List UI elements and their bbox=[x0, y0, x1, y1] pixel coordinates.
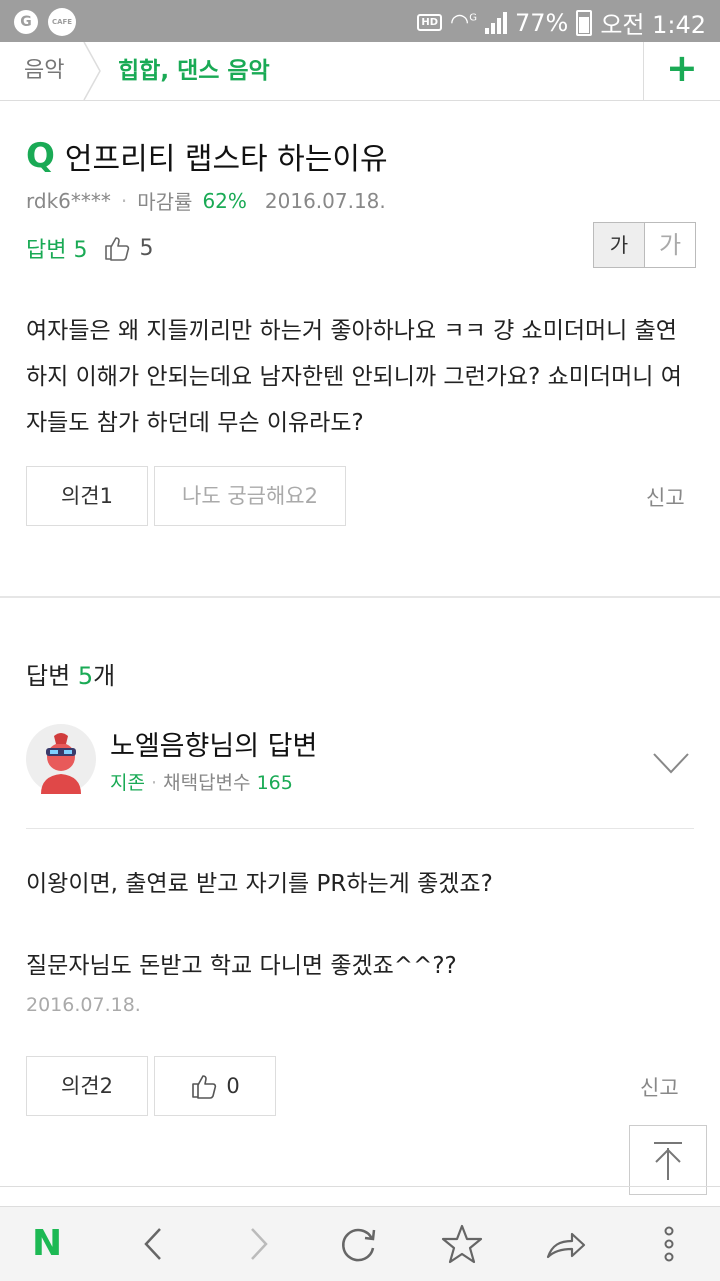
status-bar: G CAFE HD ◠G 77% 오전 1:42 bbox=[0, 0, 720, 42]
forward-icon bbox=[251, 1228, 268, 1260]
browser-toolbar: N bbox=[0, 1206, 720, 1281]
reload-button[interactable] bbox=[334, 1219, 384, 1269]
answers-heading-suffix: 개 bbox=[93, 662, 116, 690]
thumbs-up-icon bbox=[105, 237, 130, 261]
answer-author[interactable]: 노엘음향님의 답변 bbox=[110, 724, 317, 763]
back-icon bbox=[144, 1228, 161, 1260]
meta-dot: · bbox=[151, 772, 158, 794]
scroll-top-button[interactable] bbox=[629, 1125, 707, 1195]
more-button[interactable] bbox=[644, 1219, 694, 1269]
close-rate-label: 마감률 bbox=[137, 190, 193, 214]
question-title: Q 언프리티 랩스타 하는이유 bbox=[26, 134, 388, 178]
report-link[interactable]: 신고 bbox=[646, 482, 685, 512]
answer-report-link[interactable]: 신고 bbox=[640, 1072, 679, 1102]
answer-author-meta: 지존 · 채택답변수 165 bbox=[110, 768, 293, 795]
author-rank: 지존 bbox=[110, 772, 145, 794]
notification-app-icon: G bbox=[14, 10, 38, 34]
add-button[interactable]: + bbox=[643, 42, 720, 100]
breadcrumb-current[interactable]: 힙합, 댄스 음악 bbox=[118, 51, 270, 85]
answer-opinion-button[interactable]: 의견2 bbox=[26, 1056, 148, 1116]
question-like-count: 5 bbox=[139, 235, 154, 261]
star-icon bbox=[441, 1224, 483, 1264]
forward-button[interactable] bbox=[232, 1219, 282, 1269]
naver-home-button[interactable]: N bbox=[32, 1225, 62, 1263]
signal-icon bbox=[484, 11, 507, 34]
answer-like-button[interactable]: 0 bbox=[154, 1056, 276, 1116]
clock: 오전 1:42 bbox=[600, 11, 706, 39]
answer-date: 2016.07.18. bbox=[26, 994, 141, 1016]
answers-heading-label: 답변 bbox=[26, 662, 71, 690]
question-user[interactable]: rdk6**** bbox=[26, 189, 111, 213]
question-title-text: 언프리티 랩스타 하는이유 bbox=[64, 142, 388, 177]
breadcrumb-separator-icon bbox=[83, 42, 101, 100]
answer-line-1: 이왕이면, 출연료 받고 자기를 PR하는게 좋겠죠? bbox=[26, 871, 493, 897]
scroll-top-icon bbox=[654, 1142, 682, 1180]
search-q-icon: Q bbox=[26, 136, 55, 176]
question-body: 여자들은 왜 지들끼리만 하는거 좋아하나요 ㅋㅋ 걍 쇼미더머니 출연하지 이… bbox=[26, 318, 682, 436]
breadcrumb: 음악 힙합, 댄스 음악 + bbox=[0, 42, 720, 101]
font-large-button[interactable]: 가 bbox=[645, 223, 695, 267]
answer-line-2: 질문자님도 돈받고 학교 다니면 좋겠죠^^?? bbox=[26, 953, 457, 979]
opinion-button[interactable]: 의견1 bbox=[26, 466, 148, 526]
question-stats: 답변 5 5 bbox=[26, 232, 153, 264]
status-notifications: G CAFE bbox=[14, 8, 76, 36]
font-size-toggle: 가 가 bbox=[593, 222, 696, 268]
curious-button[interactable]: 나도 궁금해요2 bbox=[154, 466, 346, 526]
more-icon bbox=[664, 1226, 674, 1262]
share-icon bbox=[546, 1232, 586, 1259]
answer-divider bbox=[26, 828, 694, 829]
section-divider bbox=[0, 1186, 720, 1187]
battery-icon bbox=[576, 9, 593, 36]
thumbs-up-icon bbox=[192, 1075, 217, 1099]
question-like[interactable]: 5 bbox=[103, 234, 153, 262]
section-divider bbox=[0, 596, 720, 598]
avatar[interactable] bbox=[26, 724, 96, 794]
back-button[interactable] bbox=[130, 1219, 180, 1269]
status-indicators: HD ◠G 77% 오전 1:42 bbox=[417, 5, 706, 40]
question-date: 2016.07.18. bbox=[264, 188, 386, 213]
share-button[interactable] bbox=[540, 1219, 590, 1269]
chevron-down-icon[interactable] bbox=[652, 750, 690, 776]
adopted-count: 165 bbox=[256, 772, 293, 794]
cafe-notification-icon: CAFE bbox=[48, 8, 76, 36]
wifi-icon: ◠G bbox=[450, 10, 477, 35]
hd-voice-icon: HD bbox=[417, 14, 443, 31]
close-rate: 62% bbox=[202, 188, 247, 213]
answers-heading: 답변 5개 bbox=[26, 656, 115, 691]
answers-count[interactable]: 답변 5 bbox=[26, 232, 87, 264]
answers-heading-count: 5 bbox=[77, 662, 94, 690]
meta-dot: · bbox=[120, 188, 128, 213]
answer-like-count: 0 bbox=[226, 1074, 240, 1098]
reload-icon bbox=[342, 1228, 376, 1262]
plus-icon: + bbox=[666, 46, 698, 90]
breadcrumb-root[interactable]: 음악 bbox=[24, 52, 64, 84]
bookmark-button[interactable] bbox=[437, 1219, 487, 1269]
adopted-label: 채택답변수 bbox=[163, 772, 251, 794]
question-meta: rdk6**** · 마감률 62% 2016.07.18. bbox=[26, 186, 386, 215]
font-small-button[interactable]: 가 bbox=[594, 223, 645, 267]
battery-percent: 77% bbox=[514, 8, 569, 37]
